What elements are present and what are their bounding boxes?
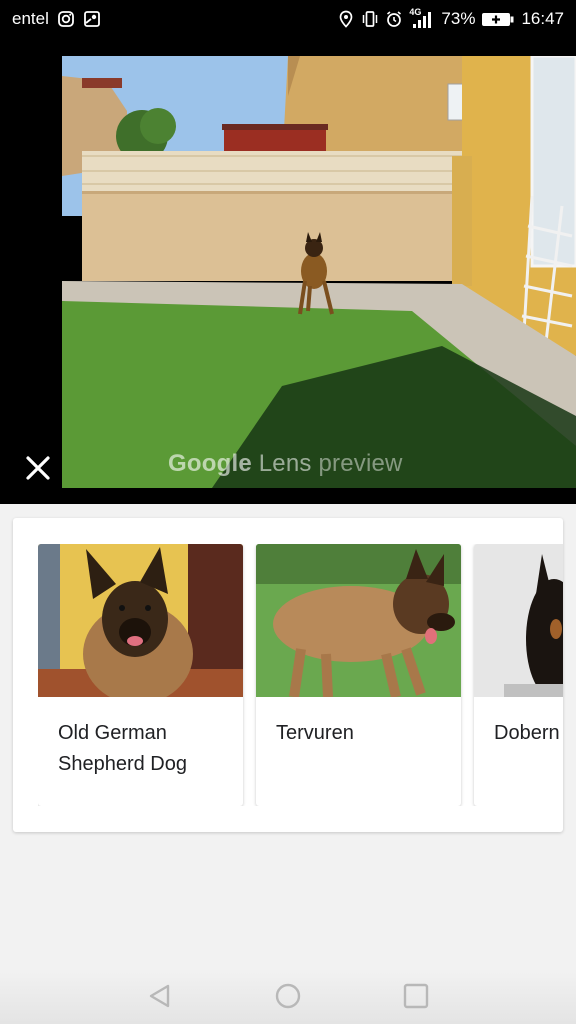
result-card-tervuren[interactable]: Tervuren [256,544,461,806]
results-carousel[interactable]: Old German Shepherd Dog Tervuren Dobern [38,544,563,806]
signal-icon: 4G [409,7,435,28]
clock: 16:47 [521,9,564,28]
carrier-label: entel [12,9,49,28]
google-lens-preview-label: Google Lens preview [168,450,403,478]
result-card-old-german-shepherd-dog[interactable]: Old German Shepherd Dog [38,544,243,806]
viewfinder-image [62,56,576,488]
battery-percent: 73% [441,9,476,28]
old-german-shepherd-thumbnail [38,544,243,697]
dobermann-thumbnail [474,544,563,697]
close-icon[interactable] [24,454,52,482]
alarm-icon [387,11,402,27]
instagram-icon [57,11,74,27]
preview-word: preview [318,450,403,477]
backyard-dog-scene [62,56,576,488]
battery-icon [482,13,514,26]
result-name: Tervuren [276,722,354,744]
back-icon[interactable] [144,980,176,1012]
camera-preview: Google Lens preview [0,38,576,504]
result-card-dobermann[interactable]: Dobern [474,544,563,806]
tervuren-thumbnail [256,544,461,697]
result-name: Dobern [494,722,560,744]
navigation-bar [0,968,576,1024]
results-panel: Old German Shepherd Dog Tervuren Dobern [13,518,563,832]
location-icon [340,10,353,28]
vibrate-icon [363,11,378,27]
status-bar: entel 4G 73% 16:47 [0,0,576,38]
result-name: Old German Shepherd Dog [58,722,187,775]
lens-word: Lens [258,450,312,477]
recents-icon[interactable] [400,980,432,1012]
maps-icon [83,11,100,27]
home-icon[interactable] [272,980,304,1012]
google-wordmark: Google [168,450,252,477]
